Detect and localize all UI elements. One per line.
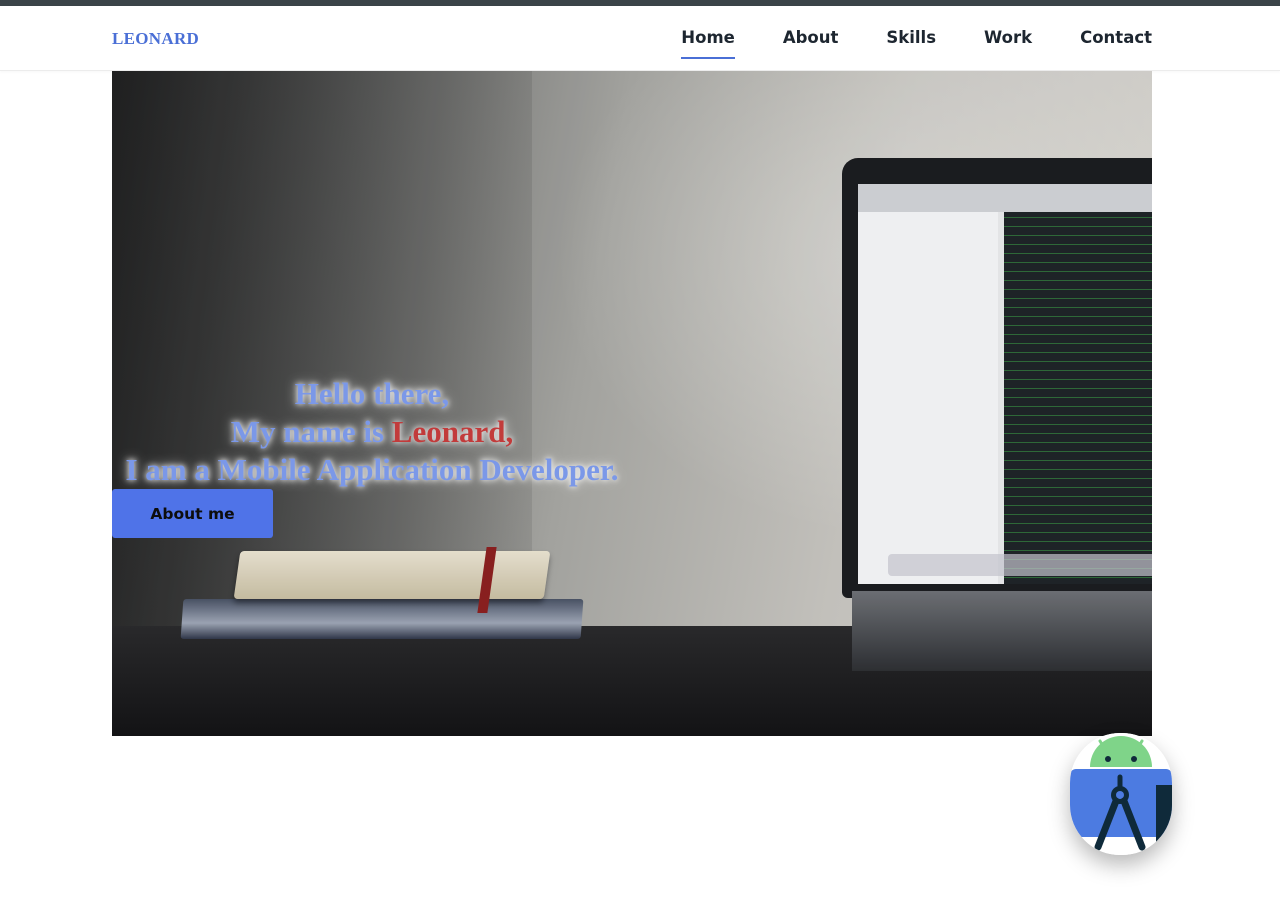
nav-home[interactable]: Home [681, 28, 735, 59]
about-me-button[interactable]: About me [112, 489, 273, 538]
nav-skills[interactable]: Skills [886, 28, 936, 59]
nav-links: Home About Skills Work Contact [681, 28, 1152, 59]
site-logo[interactable]: LEONARD [112, 29, 199, 49]
hero-headline: Hello there, My name is Leonard, I am a … [112, 375, 632, 489]
hero-role: I am a Mobile Application Developer. [125, 452, 619, 487]
android-studio-icon [1070, 733, 1172, 855]
hero-name-prefix: My name is [230, 414, 392, 449]
hero-name: Leonard, [391, 414, 514, 449]
nav-work[interactable]: Work [984, 28, 1032, 59]
nav-contact[interactable]: Contact [1080, 28, 1152, 59]
android-studio-fab[interactable] [1070, 733, 1172, 855]
nav-about[interactable]: About [783, 28, 839, 59]
navbar: LEONARD Home About Skills Work Contact [0, 6, 1280, 71]
hero-name-line: My name is Leonard, [112, 413, 632, 451]
hero-greeting: Hello there, [294, 376, 450, 411]
